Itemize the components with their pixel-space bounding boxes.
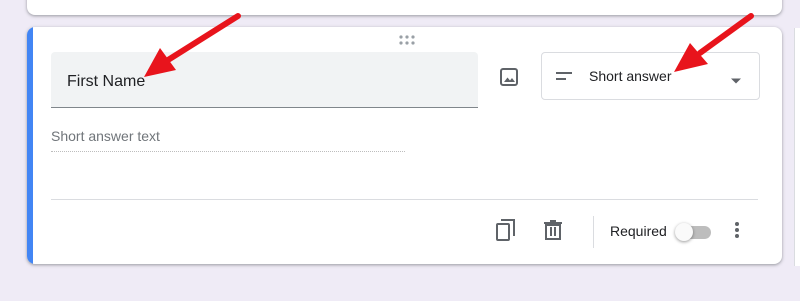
side-toolbar-edge — [794, 28, 800, 266]
chevron-down-icon — [730, 72, 742, 90]
short-answer-placeholder: Short answer text — [51, 128, 405, 152]
previous-question-card — [27, 0, 782, 15]
short-text-icon — [556, 69, 574, 87]
more-vertical-icon[interactable] — [724, 217, 750, 243]
image-icon[interactable] — [492, 60, 526, 94]
drag-handle-icon[interactable] — [397, 34, 417, 46]
question-card[interactable]: First Name Short answer Short answer tex… — [27, 27, 782, 264]
footer-vertical-divider — [593, 216, 594, 248]
footer-divider — [51, 199, 758, 200]
question-type-label: Short answer — [589, 68, 672, 84]
required-label: Required — [610, 223, 667, 239]
required-toggle[interactable] — [675, 223, 713, 241]
trash-icon[interactable] — [540, 217, 566, 243]
active-accent-bar — [27, 27, 33, 264]
toggle-thumb — [675, 223, 693, 241]
duplicate-icon[interactable] — [493, 217, 519, 243]
question-title-input[interactable]: First Name — [51, 52, 478, 108]
question-type-dropdown[interactable]: Short answer — [541, 52, 760, 100]
question-title-text: First Name — [67, 73, 146, 90]
